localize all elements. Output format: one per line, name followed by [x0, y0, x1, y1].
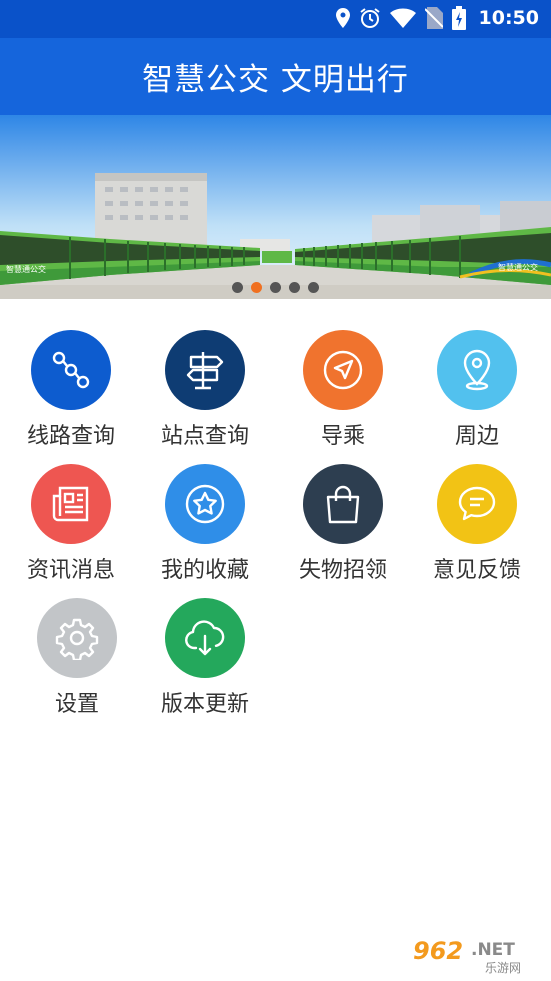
- menu-row: 资讯消息 我的收藏 失物招领 意见反馈: [0, 464, 551, 598]
- signpost-icon: [165, 330, 245, 410]
- menu-item-feedback[interactable]: 意见反馈: [410, 464, 544, 584]
- menu-item-route-query[interactable]: 线路查询: [4, 330, 138, 450]
- alarm-icon: [359, 7, 381, 29]
- menu-row: 线路查询 站点查询 导乘 周边: [0, 330, 551, 464]
- menu-item-lost-found[interactable]: 失物招领: [276, 464, 410, 584]
- clock-time: 10:50: [478, 7, 539, 29]
- carousel-dot[interactable]: [270, 282, 281, 293]
- svg-text:962: 962: [413, 937, 463, 965]
- svg-text:智慧通公交: 智慧通公交: [6, 264, 46, 274]
- location-icon: [335, 8, 350, 28]
- app-header: 智慧公交 文明出行: [0, 38, 551, 115]
- menu-item-label: 版本更新: [160, 692, 249, 717]
- banner-carousel[interactable]: 智慧通公交 智慧通公交: [0, 115, 551, 299]
- wifi-icon: [389, 8, 416, 28]
- menu-item-label: 意见反馈: [432, 558, 521, 583]
- menu-grid: 线路查询 站点查询 导乘 周边 资讯消息 我的收藏 失物招领 意见反馈 设置 版…: [0, 330, 551, 732]
- menu-item-label: 线路查询: [26, 424, 115, 449]
- menu-item-label: 站点查询: [160, 424, 249, 449]
- menu-item-label: 导乘: [320, 424, 365, 449]
- svg-text:乐游网: 乐游网: [485, 961, 521, 975]
- no-sim-icon: [424, 7, 443, 29]
- banner-bus-photo: 智慧通公交 智慧通公交: [0, 115, 551, 299]
- carousel-dot[interactable]: [308, 282, 319, 293]
- carousel-dot[interactable]: [251, 282, 262, 293]
- menu-item-label: 资讯消息: [26, 558, 115, 583]
- menu-item-label: 周边: [454, 424, 499, 449]
- svg-text:.NET: .NET: [471, 940, 515, 960]
- menu-item-nearby[interactable]: 周边: [410, 330, 544, 450]
- chat-bubble-icon: [437, 464, 517, 544]
- status-bar: 10:50: [0, 0, 551, 38]
- carousel-indicator[interactable]: [0, 282, 551, 293]
- newspaper-icon: [31, 464, 111, 544]
- menu-item-news[interactable]: 资讯消息: [4, 464, 138, 584]
- site-watermark-logo: 962 .NET 乐游网: [407, 935, 547, 975]
- menu-item-label: 我的收藏: [160, 558, 249, 583]
- location-pin-icon: [437, 330, 517, 410]
- page-title: 智慧公交 文明出行: [142, 62, 409, 98]
- menu-item-favorites[interactable]: 我的收藏: [138, 464, 272, 584]
- shopping-bag-icon: [303, 464, 383, 544]
- menu-item-update[interactable]: 版本更新: [138, 598, 272, 718]
- route-icon: [31, 330, 111, 410]
- svg-text:智慧通公交: 智慧通公交: [498, 262, 538, 272]
- menu-item-label: 设置: [54, 692, 99, 717]
- carousel-dot[interactable]: [289, 282, 300, 293]
- menu-item-navigation[interactable]: 导乘: [276, 330, 410, 450]
- menu-item-settings[interactable]: 设置: [10, 598, 144, 718]
- menu-item-station-query[interactable]: 站点查询: [138, 330, 272, 450]
- gear-icon: [37, 598, 117, 678]
- carousel-dot[interactable]: [232, 282, 243, 293]
- menu-item-label: 失物招领: [298, 558, 387, 583]
- cloud-download-icon: [165, 598, 245, 678]
- menu-row: 设置 版本更新: [0, 598, 551, 732]
- star-icon: [165, 464, 245, 544]
- compass-navigation-icon: [303, 330, 383, 410]
- battery-charging-icon: [451, 6, 466, 30]
